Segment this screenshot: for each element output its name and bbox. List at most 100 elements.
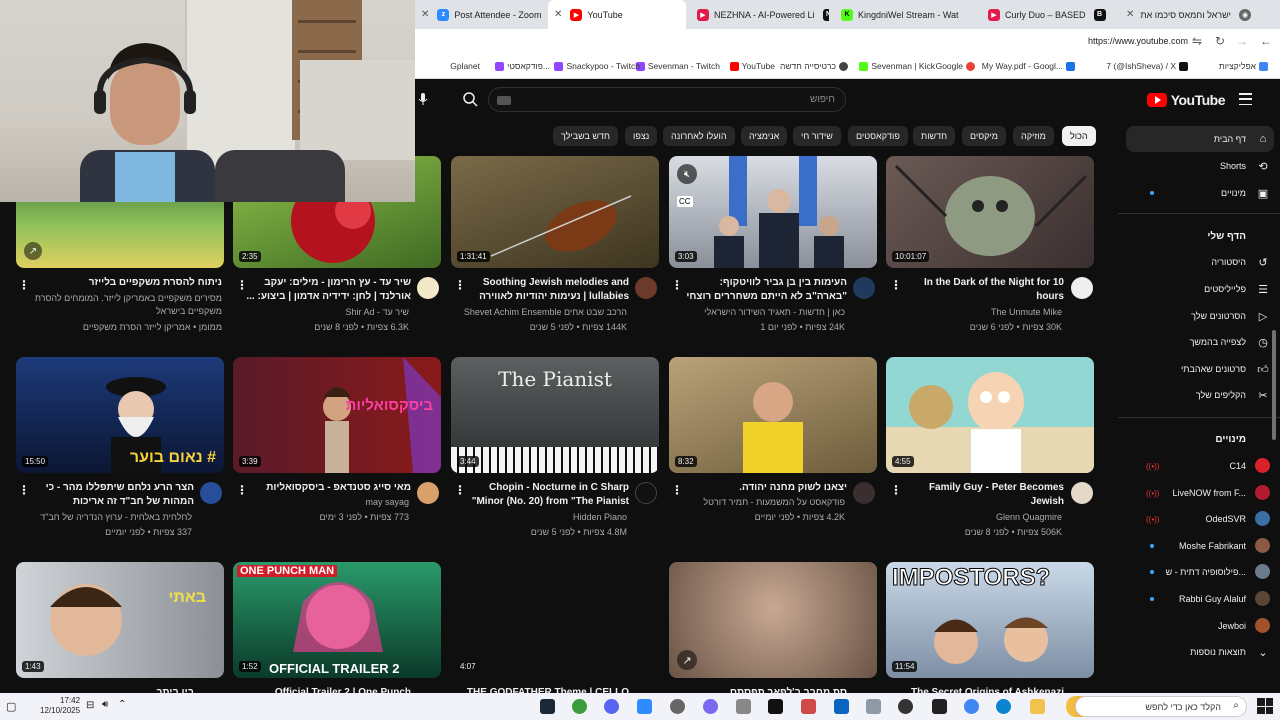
obs-icon[interactable] bbox=[670, 699, 685, 714]
bookmark-sevenman-twitch[interactable]: Sevenman - Twitch bbox=[635, 61, 720, 71]
sidebar-item-shorts[interactable]: Shorts ⟲ bbox=[1130, 153, 1280, 179]
bookmark-x[interactable]: 7 (@IshSheva) / X bbox=[1106, 61, 1188, 71]
more-options-icon[interactable]: ⋮ bbox=[671, 483, 683, 497]
app-icon[interactable] bbox=[703, 699, 718, 714]
zoom-icon[interactable] bbox=[637, 699, 652, 714]
chip-mixes[interactable]: מיקסים bbox=[962, 126, 1006, 146]
avatar[interactable] bbox=[635, 277, 657, 299]
open-link-icon[interactable]: ↗ bbox=[24, 242, 42, 260]
windows-start-icon[interactable] bbox=[1257, 698, 1273, 714]
tune-icon[interactable]: ⇋ bbox=[1192, 34, 1202, 48]
bookmark-apps[interactable]: אפליקציות bbox=[1219, 61, 1268, 71]
calculator-icon[interactable] bbox=[866, 699, 881, 714]
youtube-logo[interactable]: YouTube bbox=[1146, 92, 1226, 108]
chip-recently-uploaded[interactable]: הועלו לאחרונה bbox=[663, 126, 735, 146]
keyboard-icon[interactable] bbox=[497, 96, 511, 105]
more-options-icon[interactable]: ⋮ bbox=[890, 483, 902, 497]
avatar[interactable] bbox=[200, 482, 222, 504]
tab-youtube[interactable]: ✕ ▶ YouTube bbox=[548, 0, 686, 29]
bookmark-youtube[interactable]: YouTube bbox=[729, 61, 775, 71]
more-options-icon[interactable]: ⋮ bbox=[454, 483, 466, 497]
search-icon[interactable] bbox=[461, 90, 479, 108]
xbox-icon[interactable] bbox=[572, 699, 587, 714]
sidebar-sub-odedsvr[interactable]: ((•)) OdedSVR bbox=[1130, 506, 1280, 532]
sidebar-item-history[interactable]: היסטוריה ↺ bbox=[1130, 249, 1280, 275]
app-icon[interactable] bbox=[801, 699, 816, 714]
tab-nezhna[interactable]: ▶ NEZHNA - AI-Powered Li N bbox=[689, 0, 829, 29]
video-title[interactable]: מאי סייג סטנדאפ - ביסקסואליות bbox=[243, 481, 411, 495]
video-thumbnail[interactable]: The Pianist 3:44 bbox=[451, 357, 659, 473]
tray-chevron-icon[interactable]: ⌃ bbox=[118, 699, 126, 710]
video-thumbnail[interactable]: 8:32 bbox=[669, 357, 877, 473]
video-thumbnail[interactable]: 4:07 bbox=[451, 562, 659, 678]
edge-icon[interactable] bbox=[996, 699, 1011, 714]
video-title[interactable]: In the Dark of the Night for 10 hours bbox=[896, 276, 1064, 304]
sidebar-item-playlists[interactable]: פלייליסטים ☰ bbox=[1130, 276, 1280, 302]
ad-title[interactable]: ניתוח להסרת משקפיים בלייזר bbox=[26, 276, 222, 290]
video-title[interactable]: הצר הרע נלחם שיתפללו מהר - כי המהות של ח… bbox=[26, 481, 194, 509]
video-thumbnail[interactable]: # נאום בוער 15:50 bbox=[16, 357, 224, 473]
video-title[interactable]: Family Guy - Peter Becomes Jewish bbox=[896, 481, 1064, 509]
chip-news[interactable]: חדשות bbox=[913, 126, 956, 146]
video-title[interactable]: העימות בין בן גביר לוויטקוף: "בארה"ב לא … bbox=[679, 276, 847, 304]
chip-music[interactable]: מוזיקה bbox=[1013, 126, 1054, 146]
more-options-icon[interactable]: ⋮ bbox=[18, 278, 30, 292]
avatar[interactable] bbox=[853, 482, 875, 504]
bookmark-new-tab[interactable]: כרטיסייה חדשה bbox=[780, 61, 848, 71]
avatar[interactable] bbox=[853, 277, 875, 299]
video-thumbnail[interactable]: 10:01:07 bbox=[886, 156, 1094, 268]
bookmark-snackypoo[interactable]: Snackypoo - Twitch bbox=[554, 61, 640, 71]
avatar[interactable] bbox=[417, 277, 439, 299]
video-title[interactable]: יצאנו לשוק מחנה יהודה. bbox=[679, 481, 847, 495]
capcut-icon[interactable] bbox=[768, 699, 783, 714]
sidebar-sub-rabbi-guy-alaluf[interactable]: Rabbi Guy Alaluf bbox=[1130, 586, 1280, 612]
cc-icon[interactable]: CC bbox=[677, 196, 693, 207]
video-thumbnail[interactable]: IMPOSTORS? 11:54 bbox=[886, 562, 1094, 678]
more-options-icon[interactable]: ⋮ bbox=[454, 278, 466, 292]
video-thumbnail[interactable]: 1:31:41 bbox=[451, 156, 659, 268]
video-thumbnail[interactable]: ↗ bbox=[669, 562, 877, 678]
avatar[interactable] bbox=[635, 482, 657, 504]
forward-icon[interactable]: → bbox=[1236, 34, 1248, 48]
channel-name[interactable]: Hidden Piano bbox=[461, 512, 627, 522]
channel-name[interactable]: כאן | חדשות - תאגיד השידור הישראלי bbox=[679, 307, 845, 317]
avatar[interactable] bbox=[1071, 277, 1093, 299]
reload-icon[interactable]: ↻ bbox=[1215, 34, 1225, 48]
channel-name[interactable]: פודקאסט על המשמעות - תמיר דורטל bbox=[679, 497, 845, 507]
address-bar[interactable]: https://www.youtube.com ⇋ ↻ → ← bbox=[415, 29, 1280, 55]
close-icon[interactable]: ✕ bbox=[421, 9, 429, 20]
bookmark-my-way[interactable]: My Way.pdf - Googl... bbox=[982, 61, 1075, 71]
sidebar-sub-c14[interactable]: ((•)) C14 bbox=[1130, 453, 1280, 479]
chip-animation[interactable]: אנימציה bbox=[741, 126, 788, 146]
channel-name[interactable]: לחלחית באלחית - ערוץ הנדריה של חב"ד bbox=[26, 512, 192, 522]
video-thumbnail[interactable]: באתי 1:43 bbox=[16, 562, 224, 678]
scrollbar-thumb[interactable] bbox=[1272, 330, 1276, 440]
steam-icon[interactable] bbox=[540, 699, 555, 714]
sidebar-item-watch-later[interactable]: לצפייה בהמשך ◷ bbox=[1130, 329, 1280, 355]
chip-podcasts[interactable]: פודקאסטים bbox=[848, 126, 908, 146]
file-explorer-icon[interactable] bbox=[1030, 699, 1045, 714]
bookmark-podcasts[interactable]: פודקאסטי... bbox=[495, 61, 550, 71]
more-options-icon[interactable]: ⋮ bbox=[18, 483, 30, 497]
search-input[interactable]: חיפוש bbox=[810, 94, 835, 105]
more-options-icon[interactable]: ⋮ bbox=[236, 483, 248, 497]
video-title[interactable]: Soothing Jewish melodies and lullabies |… bbox=[461, 276, 629, 304]
sidebar-sub-moshe-fabrikant[interactable]: Moshe Fabrikant bbox=[1130, 533, 1280, 559]
sidebar-show-more[interactable]: תוצאות נוספות ⌄ bbox=[1130, 639, 1280, 665]
close-icon[interactable]: ✕ bbox=[554, 9, 562, 20]
chip-all[interactable]: הכול bbox=[1062, 126, 1096, 146]
video-thumbnail[interactable]: 4:55 bbox=[886, 357, 1094, 473]
volume-icon[interactable]: 🔊︎ bbox=[102, 699, 108, 710]
sidebar-item-subscriptions[interactable]: מינויים ▣ bbox=[1130, 180, 1280, 206]
mic-icon[interactable] bbox=[417, 92, 429, 106]
taskbar-search[interactable]: ⌕ הקלד כאן כדי לחפש bbox=[1075, 696, 1247, 717]
sidebar-section-subscriptions[interactable]: מינויים bbox=[1130, 426, 1280, 452]
video-thumbnail[interactable]: ONE PUNCH MAN OFFICIAL TRAILER 2 1:52 bbox=[233, 562, 441, 678]
video-title[interactable]: Chopin - Nocturne in C Sharp Minor (No. … bbox=[461, 481, 629, 509]
video-thumbnail[interactable]: ביסקסואליות 3:39 bbox=[233, 357, 441, 473]
sidebar-item-clips[interactable]: הקליפים שלך ✂ bbox=[1130, 382, 1280, 408]
channel-name[interactable]: שיר עד - Shir Ad bbox=[243, 307, 409, 317]
channel-name[interactable]: may sayag bbox=[243, 497, 409, 507]
bookmark-google[interactable]: Google bbox=[936, 61, 975, 71]
app-icon[interactable] bbox=[932, 699, 947, 714]
